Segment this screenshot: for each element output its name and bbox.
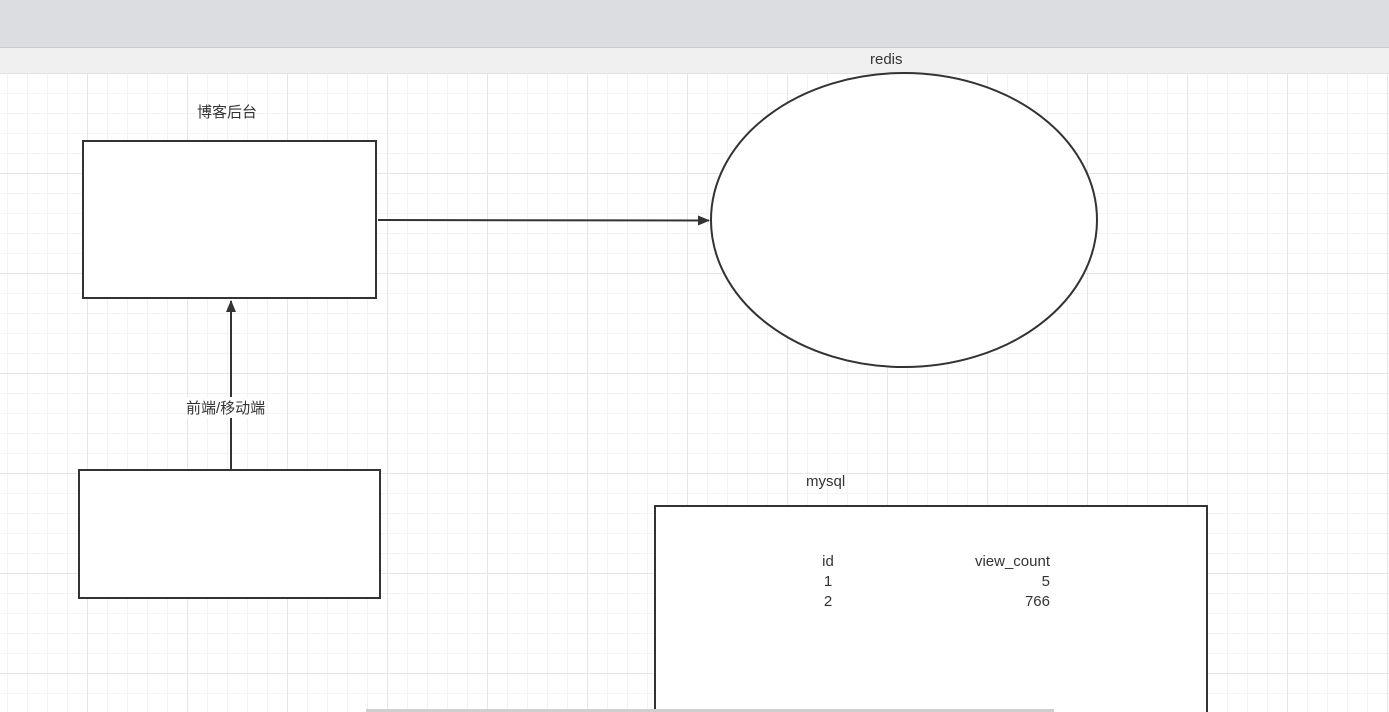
table-row: 2 766 <box>806 592 1066 612</box>
column-header-view-count: view_count <box>974 553 1050 570</box>
redis-label: redis <box>870 51 903 68</box>
frontend-mobile-label: 前端/移动端 <box>186 397 266 418</box>
table-cell-id: 1 <box>823 573 833 590</box>
backend-to-redis-arrow[interactable] <box>377 215 710 226</box>
column-header-id: id <box>822 553 834 570</box>
frontend-mobile-box[interactable] <box>78 469 381 599</box>
table-cell-view-count: 766 <box>1024 593 1050 610</box>
redis-ellipse[interactable] <box>710 72 1098 368</box>
table-header-row: id view_count <box>806 552 1066 572</box>
blog-backend-label: 博客后台 <box>197 104 258 121</box>
mysql-label: mysql <box>806 473 846 490</box>
table-cell-view-count: 5 <box>1041 573 1050 590</box>
blog-backend-box[interactable] <box>82 140 377 299</box>
table-row: 1 5 <box>806 572 1066 592</box>
mysql-table: id view_count 1 5 2 766 <box>806 552 1066 612</box>
table-cell-id: 2 <box>823 593 833 610</box>
